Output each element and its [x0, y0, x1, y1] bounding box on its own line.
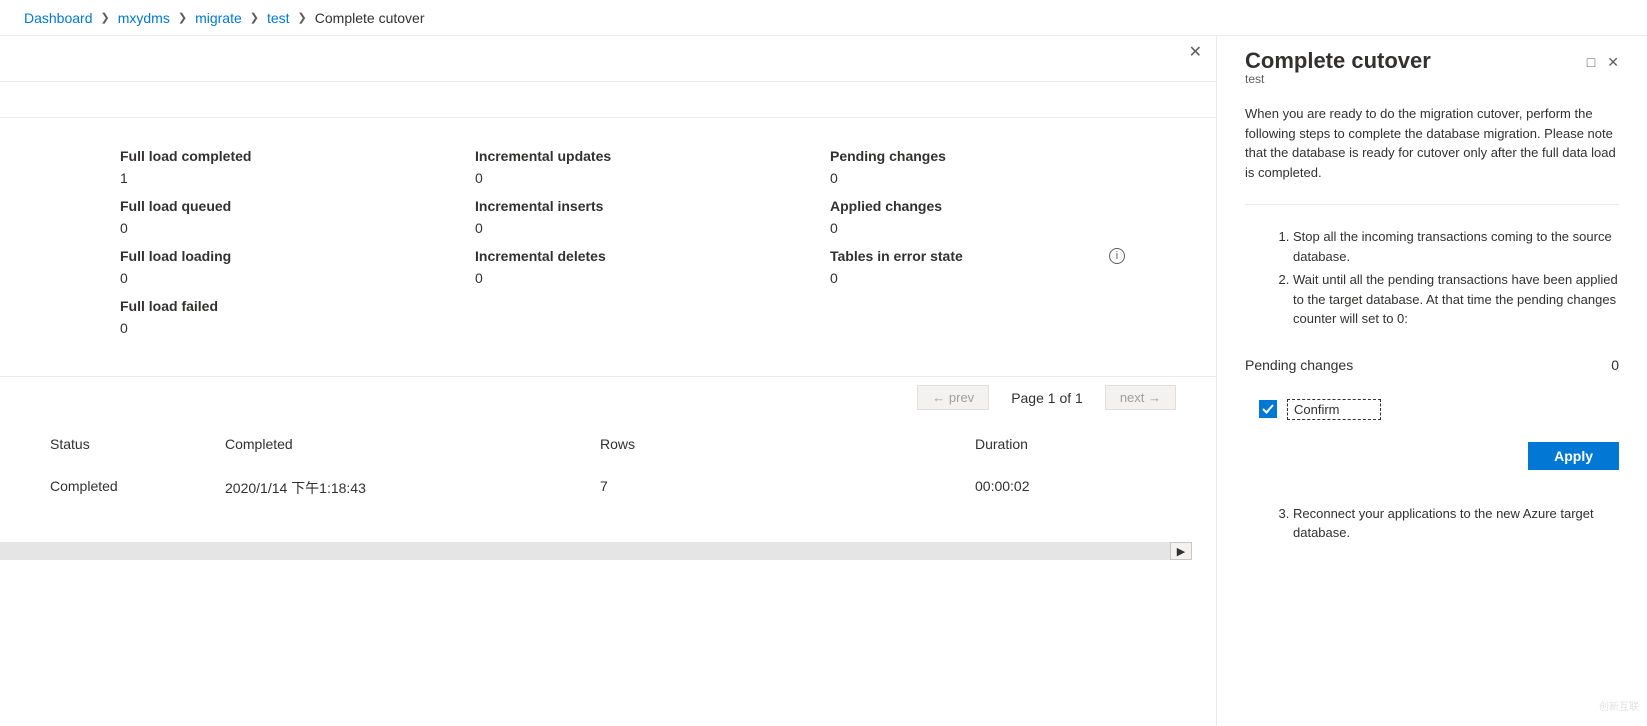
stat-applied-changes: Applied changes 0 — [830, 198, 1185, 236]
stat-value: 0 — [120, 320, 475, 336]
pending-value: 0 — [1611, 357, 1619, 373]
stat-value: 0 — [475, 170, 830, 186]
stat-label: Full load loading — [120, 248, 475, 264]
breadcrumb-mxydms[interactable]: mxydms — [118, 10, 170, 26]
stat-label: Full load completed — [120, 148, 475, 164]
breadcrumb-test[interactable]: test — [267, 10, 290, 26]
stat-incremental-inserts: Incremental inserts 0 — [475, 198, 830, 236]
panel-subtitle: test — [1245, 72, 1431, 86]
watermark: 创新互联 — [1477, 684, 1647, 726]
apply-button[interactable]: Apply — [1528, 442, 1619, 470]
stat-incremental-deletes: Incremental deletes 0 — [475, 248, 830, 286]
page-info: Page 1 of 1 — [1011, 390, 1083, 406]
stat-full-load-failed: Full load failed 0 — [120, 298, 475, 336]
stat-value: 0 — [120, 270, 475, 286]
breadcrumb-current: Complete cutover — [315, 10, 425, 26]
breadcrumb-migrate[interactable]: migrate — [195, 10, 242, 26]
stat-label: Incremental updates — [475, 148, 830, 164]
breadcrumb: Dashboard ❯ mxydms ❯ migrate ❯ test ❯ Co… — [0, 0, 1647, 36]
stat-value: 0 — [475, 270, 830, 286]
pagination-bar: ← prev Page 1 of 1 next → — [0, 376, 1216, 418]
stat-label: Pending changes — [830, 148, 1185, 164]
stat-full-load-completed: Full load completed 1 — [120, 148, 475, 186]
stat-full-load-queued: Full load queued 0 — [120, 198, 475, 236]
stat-label: Incremental inserts — [475, 198, 830, 214]
chevron-right-icon: ❯ — [298, 11, 307, 24]
col-completed: Completed — [225, 436, 600, 452]
stats-grid: Full load completed 1 Incremental update… — [0, 118, 1216, 366]
cell-completed: 2020/1/14 下午1:18:43 — [225, 478, 600, 498]
col-status: Status — [50, 436, 225, 452]
stat-label: Applied changes — [830, 198, 1185, 214]
panel-steps-continued: Reconnect your applications to the new A… — [1245, 504, 1619, 543]
cutover-panel: Complete cutover test □ ✕ When you are r… — [1217, 36, 1647, 726]
chevron-right-icon: ❯ — [178, 11, 187, 24]
table-row[interactable]: Completed 2020/1/14 下午1:18:43 7 00:00:02 — [0, 470, 1216, 506]
scroll-right-icon[interactable]: ▶ — [1170, 542, 1192, 560]
cell-rows: 7 — [600, 478, 975, 498]
maximize-icon[interactable]: □ — [1587, 54, 1595, 71]
panel-steps: Stop all the incoming transactions comin… — [1245, 227, 1619, 329]
stat-pending-changes: Pending changes 0 — [830, 148, 1185, 186]
horizontal-scrollbar[interactable]: ▶ — [0, 542, 1192, 560]
stat-incremental-updates: Incremental updates 0 — [475, 148, 830, 186]
pending-changes-row: Pending changes 0 — [1245, 357, 1619, 373]
chevron-right-icon: ❯ — [250, 11, 259, 24]
panel-step-1: Stop all the incoming transactions comin… — [1293, 227, 1619, 266]
panel-step-3: Reconnect your applications to the new A… — [1293, 504, 1619, 543]
main-content: ✕ Full load completed 1 Incremental upda… — [0, 36, 1217, 726]
stat-value: 0 — [120, 220, 475, 236]
table-header: Status Completed Rows Duration — [0, 418, 1216, 470]
cell-status: Completed — [50, 478, 225, 498]
stat-label: Tables in error state — [830, 248, 1185, 264]
stat-label: Incremental deletes — [475, 248, 830, 264]
stat-value: 1 — [120, 170, 475, 186]
next-button[interactable]: next → — [1105, 385, 1176, 410]
confirm-checkbox[interactable] — [1259, 400, 1277, 418]
pending-label: Pending changes — [1245, 357, 1353, 373]
stat-value: 0 — [830, 220, 1185, 236]
breadcrumb-dashboard[interactable]: Dashboard — [24, 10, 93, 26]
col-rows: Rows — [600, 436, 975, 452]
chevron-right-icon: ❯ — [101, 11, 110, 24]
close-icon[interactable]: ✕ — [1607, 54, 1619, 71]
stat-label: Full load queued — [120, 198, 475, 214]
confirm-label[interactable]: Confirm — [1287, 399, 1381, 420]
info-icon[interactable]: i — [1109, 248, 1125, 264]
stat-tables-error: Tables in error state 0 i — [830, 248, 1185, 286]
stat-value: 0 — [830, 270, 1185, 286]
panel-description: When you are ready to do the migration c… — [1245, 104, 1619, 205]
col-duration: Duration — [975, 436, 1215, 452]
results-table: Status Completed Rows Duration Completed… — [0, 418, 1216, 506]
stat-value: 0 — [475, 220, 830, 236]
panel-title: Complete cutover — [1245, 48, 1431, 74]
cell-duration: 00:00:02 — [975, 478, 1215, 498]
prev-button[interactable]: ← prev — [917, 385, 989, 410]
close-icon[interactable]: ✕ — [1189, 42, 1202, 62]
stat-value: 0 — [830, 170, 1185, 186]
stat-full-load-loading: Full load loading 0 — [120, 248, 475, 286]
panel-step-2: Wait until all the pending transactions … — [1293, 270, 1619, 329]
stat-label: Full load failed — [120, 298, 475, 314]
check-icon — [1262, 403, 1274, 415]
